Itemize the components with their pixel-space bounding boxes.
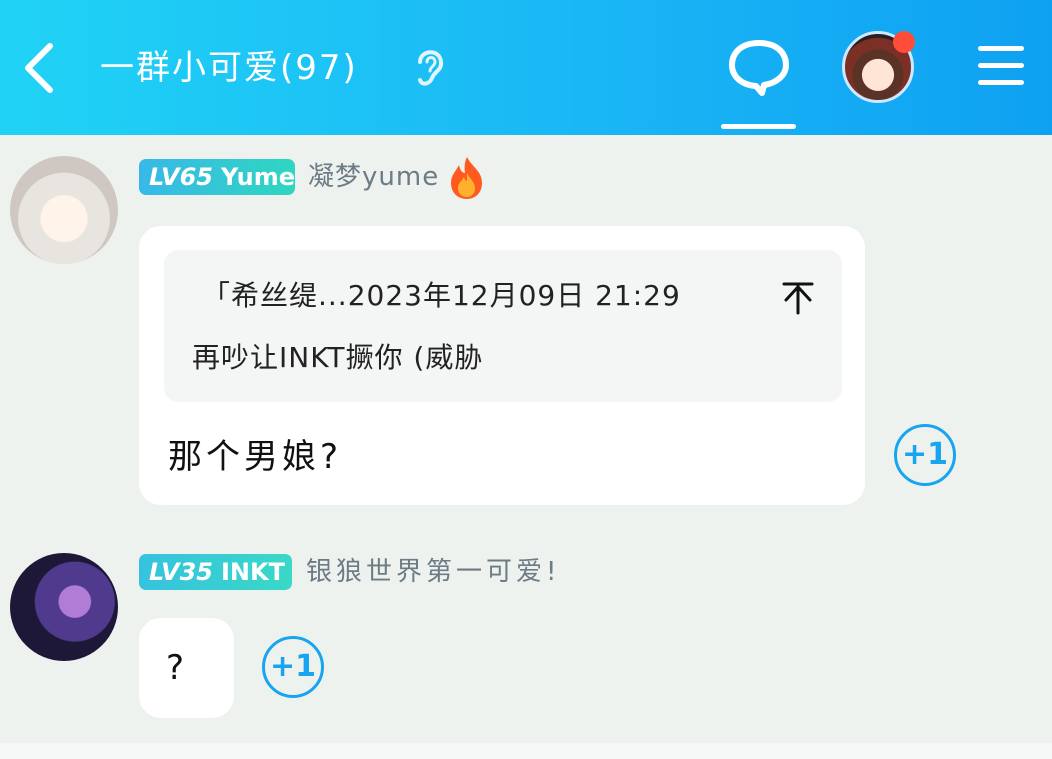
level-label: LV65 [149,163,213,191]
hamburger-menu-icon [978,46,1024,85]
message-text: ? [166,648,185,688]
chat-header: 一群小可爱(97) [0,0,1052,135]
chevron-left-icon [25,43,53,93]
badge-name: Yume [220,163,295,191]
notification-dot [893,31,915,53]
plus-one-button[interactable]: +1 [894,424,956,486]
bottom-edge [0,743,1052,759]
active-tab-indicator [721,124,796,129]
ear-button[interactable] [410,44,450,90]
level-badge: LV65 Yume [139,159,295,195]
quoted-message[interactable] [164,250,842,402]
chat-tab[interactable] [724,38,794,96]
sender-nickname[interactable]: 银狼世界第一可爱! [306,554,560,590]
ear-icon [418,50,444,86]
sender-avatar[interactable] [10,553,118,661]
sender-nickname[interactable]: 凝梦yume [308,159,439,195]
quoted-text: 再吵让INKT撅你 (威胁 [192,341,484,374]
back-button[interactable] [18,38,62,98]
group-title: 一群小可爱(97) [100,48,358,88]
message-bubble[interactable] [139,618,234,718]
fire-icon [446,155,488,201]
level-badge: LV35 INKT [139,554,292,590]
chat-bubble-icon [729,40,789,96]
badge-name: INKT [220,558,285,586]
pin-top-icon[interactable] [780,280,816,316]
quoted-header: 「希丝缇...2023年12月09日 21:29 [202,279,681,312]
level-label: LV35 [149,558,213,586]
plus-one-button[interactable]: +1 [262,636,324,698]
sender-avatar[interactable] [10,156,118,264]
menu-button[interactable] [978,46,1024,88]
message-text: 那个男娘? [168,437,343,477]
